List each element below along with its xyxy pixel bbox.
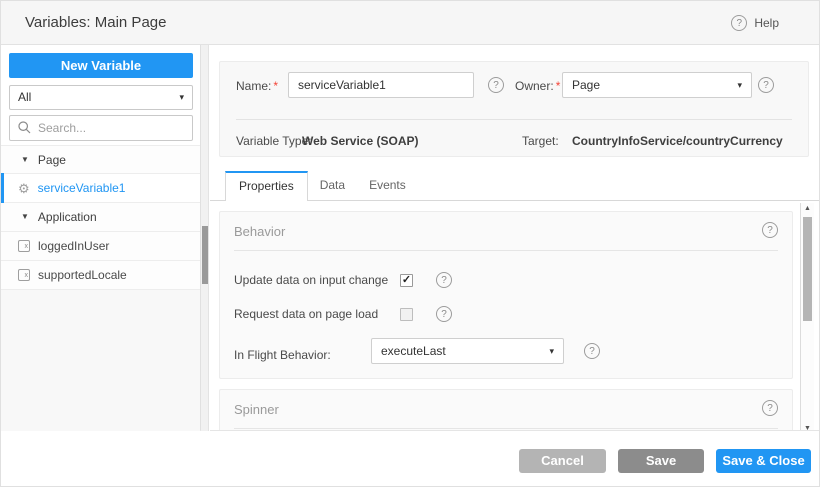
content-scrollbar-thumb[interactable] xyxy=(803,217,812,321)
variable-summary-box: Name:* ? Owner:* Page ▾ ? Variable Type:… xyxy=(219,61,809,157)
name-help-icon[interactable]: ? xyxy=(488,77,504,93)
update-data-checkbox[interactable] xyxy=(400,274,413,287)
tree-group-page[interactable]: ▼ Page xyxy=(1,145,200,174)
tab-data[interactable]: Data xyxy=(308,170,357,200)
triangle-down-icon: ▼ xyxy=(21,213,29,221)
tree-group-label: Application xyxy=(38,210,97,224)
dialog-header: Variables: Main Page ? Help xyxy=(1,1,819,45)
detail-tabstrip: Properties Data Events xyxy=(210,171,819,201)
target-label: Target: xyxy=(522,134,559,148)
search-icon xyxy=(18,121,31,134)
request-data-row: Request data on page load ? xyxy=(234,304,778,324)
behavior-section-title: Behavior xyxy=(234,224,285,239)
tab-properties[interactable]: Properties xyxy=(225,171,308,201)
variables-tree: ▼ Page ⚙ serviceVariable1 ▼ Application … xyxy=(1,145,200,290)
new-variable-button[interactable]: New Variable xyxy=(9,53,193,78)
request-data-checkbox[interactable] xyxy=(400,308,413,321)
request-data-help-icon[interactable]: ? xyxy=(436,306,452,322)
content-scrollbar: ▲ ▼ xyxy=(800,203,814,431)
section-divider xyxy=(234,428,778,429)
help-label: Help xyxy=(754,16,779,30)
request-data-label: Request data on page load xyxy=(234,307,378,321)
owner-select-value: Page xyxy=(572,78,600,92)
section-divider xyxy=(234,250,778,251)
tree-item-label: loggedInUser xyxy=(38,239,109,253)
tab-events[interactable]: Events xyxy=(357,170,418,200)
tree-item-loggedinuser[interactable]: x loggedInUser xyxy=(1,232,200,261)
variables-sidebar: New Variable All ▾ ▼ Page ⚙ serviceVaria… xyxy=(1,45,201,431)
behavior-help-icon[interactable]: ? xyxy=(762,222,778,238)
spinner-help-icon[interactable]: ? xyxy=(762,400,778,416)
save-button[interactable]: Save xyxy=(618,449,704,473)
name-input[interactable] xyxy=(288,72,474,98)
spinner-section: Spinner ? xyxy=(219,389,793,431)
in-flight-label: In Flight Behavior: xyxy=(234,342,331,368)
tree-group-label: Page xyxy=(38,153,66,167)
chevron-down-icon: ▾ xyxy=(179,86,184,109)
scroll-up-icon[interactable]: ▲ xyxy=(801,203,814,215)
owner-help-icon[interactable]: ? xyxy=(758,77,774,93)
update-data-row: Update data on input change ? xyxy=(234,270,778,290)
sidebar-scrollbar xyxy=(201,45,209,431)
variable-icon: x xyxy=(18,269,30,281)
variable-type-label: Variable Type: xyxy=(236,134,312,148)
save-and-close-button[interactable]: Save & Close xyxy=(716,449,811,473)
cancel-button[interactable]: Cancel xyxy=(519,449,606,473)
in-flight-help-icon[interactable]: ? xyxy=(584,343,600,359)
search-input[interactable] xyxy=(9,115,193,141)
tree-item-label: serviceVariable1 xyxy=(38,181,126,195)
spinner-section-title: Spinner xyxy=(234,402,279,417)
help-icon: ? xyxy=(731,15,747,31)
update-data-label: Update data on input change xyxy=(234,273,388,287)
chevron-down-icon: ▾ xyxy=(549,339,554,363)
filter-dropdown[interactable]: All ▾ xyxy=(9,85,193,110)
owner-select[interactable]: Page ▾ xyxy=(562,72,752,98)
owner-label: Owner:* xyxy=(515,79,560,93)
update-data-help-icon[interactable]: ? xyxy=(436,272,452,288)
behavior-section: Behavior ? Update data on input change ?… xyxy=(219,211,793,379)
required-marker: * xyxy=(556,79,561,93)
tree-item-label: supportedLocale xyxy=(38,268,127,282)
required-marker: * xyxy=(273,79,278,93)
dialog-footer: Cancel Save Save & Close xyxy=(1,431,819,486)
filter-dropdown-value: All xyxy=(18,90,31,104)
page-title: Variables: Main Page xyxy=(25,1,166,45)
search-box xyxy=(9,115,193,141)
name-label: Name:* xyxy=(236,79,278,93)
summary-divider xyxy=(236,119,792,120)
help-link[interactable]: ? Help xyxy=(731,1,779,45)
scroll-down-icon[interactable]: ▼ xyxy=(801,423,814,431)
variable-type-value: Web Service (SOAP) xyxy=(302,134,418,148)
properties-tab-panel: Behavior ? Update data on input change ?… xyxy=(210,201,819,431)
tree-empty-area xyxy=(1,290,200,431)
target-value: CountryInfoService/countryCurrency xyxy=(572,134,783,148)
tree-item-servicevariable1[interactable]: ⚙ serviceVariable1 xyxy=(1,174,200,203)
triangle-down-icon: ▼ xyxy=(21,156,29,164)
sidebar-scrollbar-thumb[interactable] xyxy=(202,226,208,284)
in-flight-select[interactable]: executeLast ▾ xyxy=(371,338,564,364)
variables-dialog: Variables: Main Page ? Help New Variable… xyxy=(0,0,820,487)
web-service-icon: ⚙ xyxy=(18,182,30,195)
tree-item-supportedlocale[interactable]: x supportedLocale xyxy=(1,261,200,290)
tree-group-application[interactable]: ▼ Application xyxy=(1,203,200,232)
variable-icon: x xyxy=(18,240,30,252)
chevron-down-icon: ▾ xyxy=(737,73,742,97)
variable-detail-panel: Name:* ? Owner:* Page ▾ ? Variable Type:… xyxy=(210,45,819,431)
in-flight-select-value: executeLast xyxy=(381,344,446,358)
